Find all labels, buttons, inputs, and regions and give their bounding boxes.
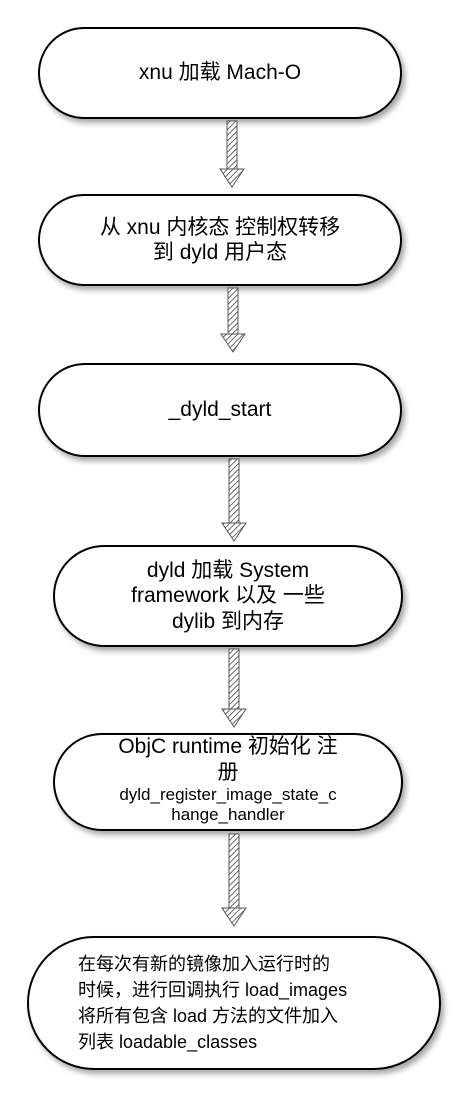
node-load-frameworks-line-3: dylib 到内存 [171, 609, 285, 633]
node-load-images-line-3: 将所有包含 load 方法的文件加入 [78, 1006, 339, 1026]
node-objc-runtime-sub-line-2: hange_handler [171, 805, 285, 825]
node-load-images-text: 在每次有新的镜像加入运行时的 时候，进行回调执行 load_images 将所有… [78, 937, 408, 1069]
arrow-5 [221, 833, 247, 927]
node-load-macho-line-1: xnu 加载 Mach-O [138, 61, 302, 85]
node-dyld-start-text: _dyld_start [39, 364, 401, 456]
node-load-images-line-1: 在每次有新的镜像加入运行时的 [78, 953, 330, 974]
node-objc-runtime-text: ObjC runtime 初始化 注 册 dyld_register_image… [54, 730, 402, 830]
node-load-images-line-2: 时候，进行回调执行 load_images [78, 979, 348, 1000]
node-kernel-to-user-line-1: 从 xnu 内核态 控制权转移 [99, 215, 341, 239]
node-load-macho-text: xnu 加载 Mach-O [39, 28, 401, 118]
node-objc-runtime-line-1: ObjC runtime 初始化 注 [118, 735, 338, 759]
node-dyld-start-line-1: _dyld_start [168, 398, 272, 422]
node-objc-runtime-line-2: 册 [217, 760, 239, 784]
flowchart-canvas: xnu 加载 Mach-O 从 xnu 内核态 控制权转移 到 dyld 用户态… [0, 0, 468, 1101]
arrow-4 [221, 648, 247, 728]
arrow-1 [219, 120, 245, 188]
node-kernel-to-user-text: 从 xnu 内核态 控制权转移 到 dyld 用户态 [39, 195, 401, 285]
arrow-2 [220, 287, 246, 353]
node-load-frameworks-line-2: framework 以及 一些 [131, 584, 325, 608]
node-load-frameworks-line-1: dyld 加载 System [146, 559, 310, 583]
node-load-images-line-4: 列表 loadable_classes [78, 1032, 258, 1053]
node-load-frameworks-text: dyld 加载 System framework 以及 一些 dylib 到内存 [54, 546, 402, 646]
arrow-3 [221, 458, 247, 542]
node-kernel-to-user-line-2: 到 dyld 用户态 [152, 241, 288, 264]
node-objc-runtime-sub-line-1: dyld_register_image_state_c [119, 784, 337, 804]
